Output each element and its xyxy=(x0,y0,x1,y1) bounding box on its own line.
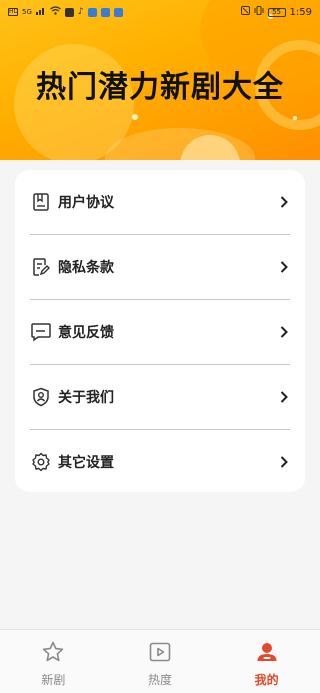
gear-icon xyxy=(30,451,52,473)
chevron-right-icon xyxy=(278,194,290,210)
page-title: 热门潜力新剧大全 xyxy=(36,70,284,105)
menu-item-label: 用户协议 xyxy=(58,195,114,211)
tab-label: 热度 xyxy=(148,673,173,687)
status-bar-right: 55 1:59 xyxy=(240,6,312,18)
banner-decoration xyxy=(105,128,255,160)
tiktok-notification-icon: ♪ xyxy=(77,7,84,17)
bottom-tab-bar: 新剧 热度 我的 xyxy=(0,629,320,693)
tab-mine[interactable]: 我的 xyxy=(213,630,320,693)
menu-item-feedback[interactable]: 意见反馈 xyxy=(30,300,290,364)
document-icon xyxy=(30,191,52,213)
wifi-icon xyxy=(49,6,61,18)
hd-badge: HD xyxy=(8,8,19,16)
menu-item-about-us[interactable]: 关于我们 xyxy=(30,365,290,429)
menu-item-user-agreement[interactable]: 用户协议 xyxy=(30,170,290,234)
settings-menu-card: 用户协议 隐私条款 意见反馈 关于我们 其它设置 xyxy=(15,170,305,492)
status-bar-left: HD 5G ♪ xyxy=(8,6,123,18)
app-notification-icon xyxy=(87,7,97,17)
menu-item-privacy-policy[interactable]: 隐私条款 xyxy=(30,235,290,299)
app-notification-icon xyxy=(113,7,123,17)
chevron-right-icon xyxy=(278,389,290,405)
play-icon xyxy=(147,639,173,665)
tab-popularity[interactable]: 热度 xyxy=(107,630,214,693)
star-icon xyxy=(40,639,66,665)
vibrate-icon xyxy=(254,6,264,18)
menu-item-other-settings[interactable]: 其它设置 xyxy=(30,430,290,494)
menu-item-label: 意见反馈 xyxy=(58,325,114,341)
status-time: 1:59 xyxy=(289,6,312,18)
tab-label: 我的 xyxy=(254,673,279,687)
banner-decoration xyxy=(132,114,138,120)
app-notification-icon xyxy=(100,7,110,17)
edit-document-icon xyxy=(30,256,52,278)
app-notification-icon xyxy=(64,7,74,17)
user-icon xyxy=(254,639,280,665)
chevron-right-icon xyxy=(278,454,290,470)
menu-item-label: 其它设置 xyxy=(58,455,114,471)
mute-icon xyxy=(240,6,250,18)
menu-item-label: 隐私条款 xyxy=(58,260,114,276)
shield-user-icon xyxy=(30,386,52,408)
tab-label: 新剧 xyxy=(41,673,66,687)
feedback-chat-icon xyxy=(30,321,52,343)
battery-icon: 55 xyxy=(267,7,286,17)
chevron-right-icon xyxy=(278,324,290,340)
banner-decoration xyxy=(293,116,297,120)
signal-label: 5G xyxy=(22,8,32,16)
status-bar: HD 5G ♪ 55 1:59 xyxy=(0,0,320,24)
menu-item-label: 关于我们 xyxy=(58,390,114,406)
tab-new-dramas[interactable]: 新剧 xyxy=(0,630,107,693)
chevron-right-icon xyxy=(278,259,290,275)
signal-icon xyxy=(35,6,46,18)
